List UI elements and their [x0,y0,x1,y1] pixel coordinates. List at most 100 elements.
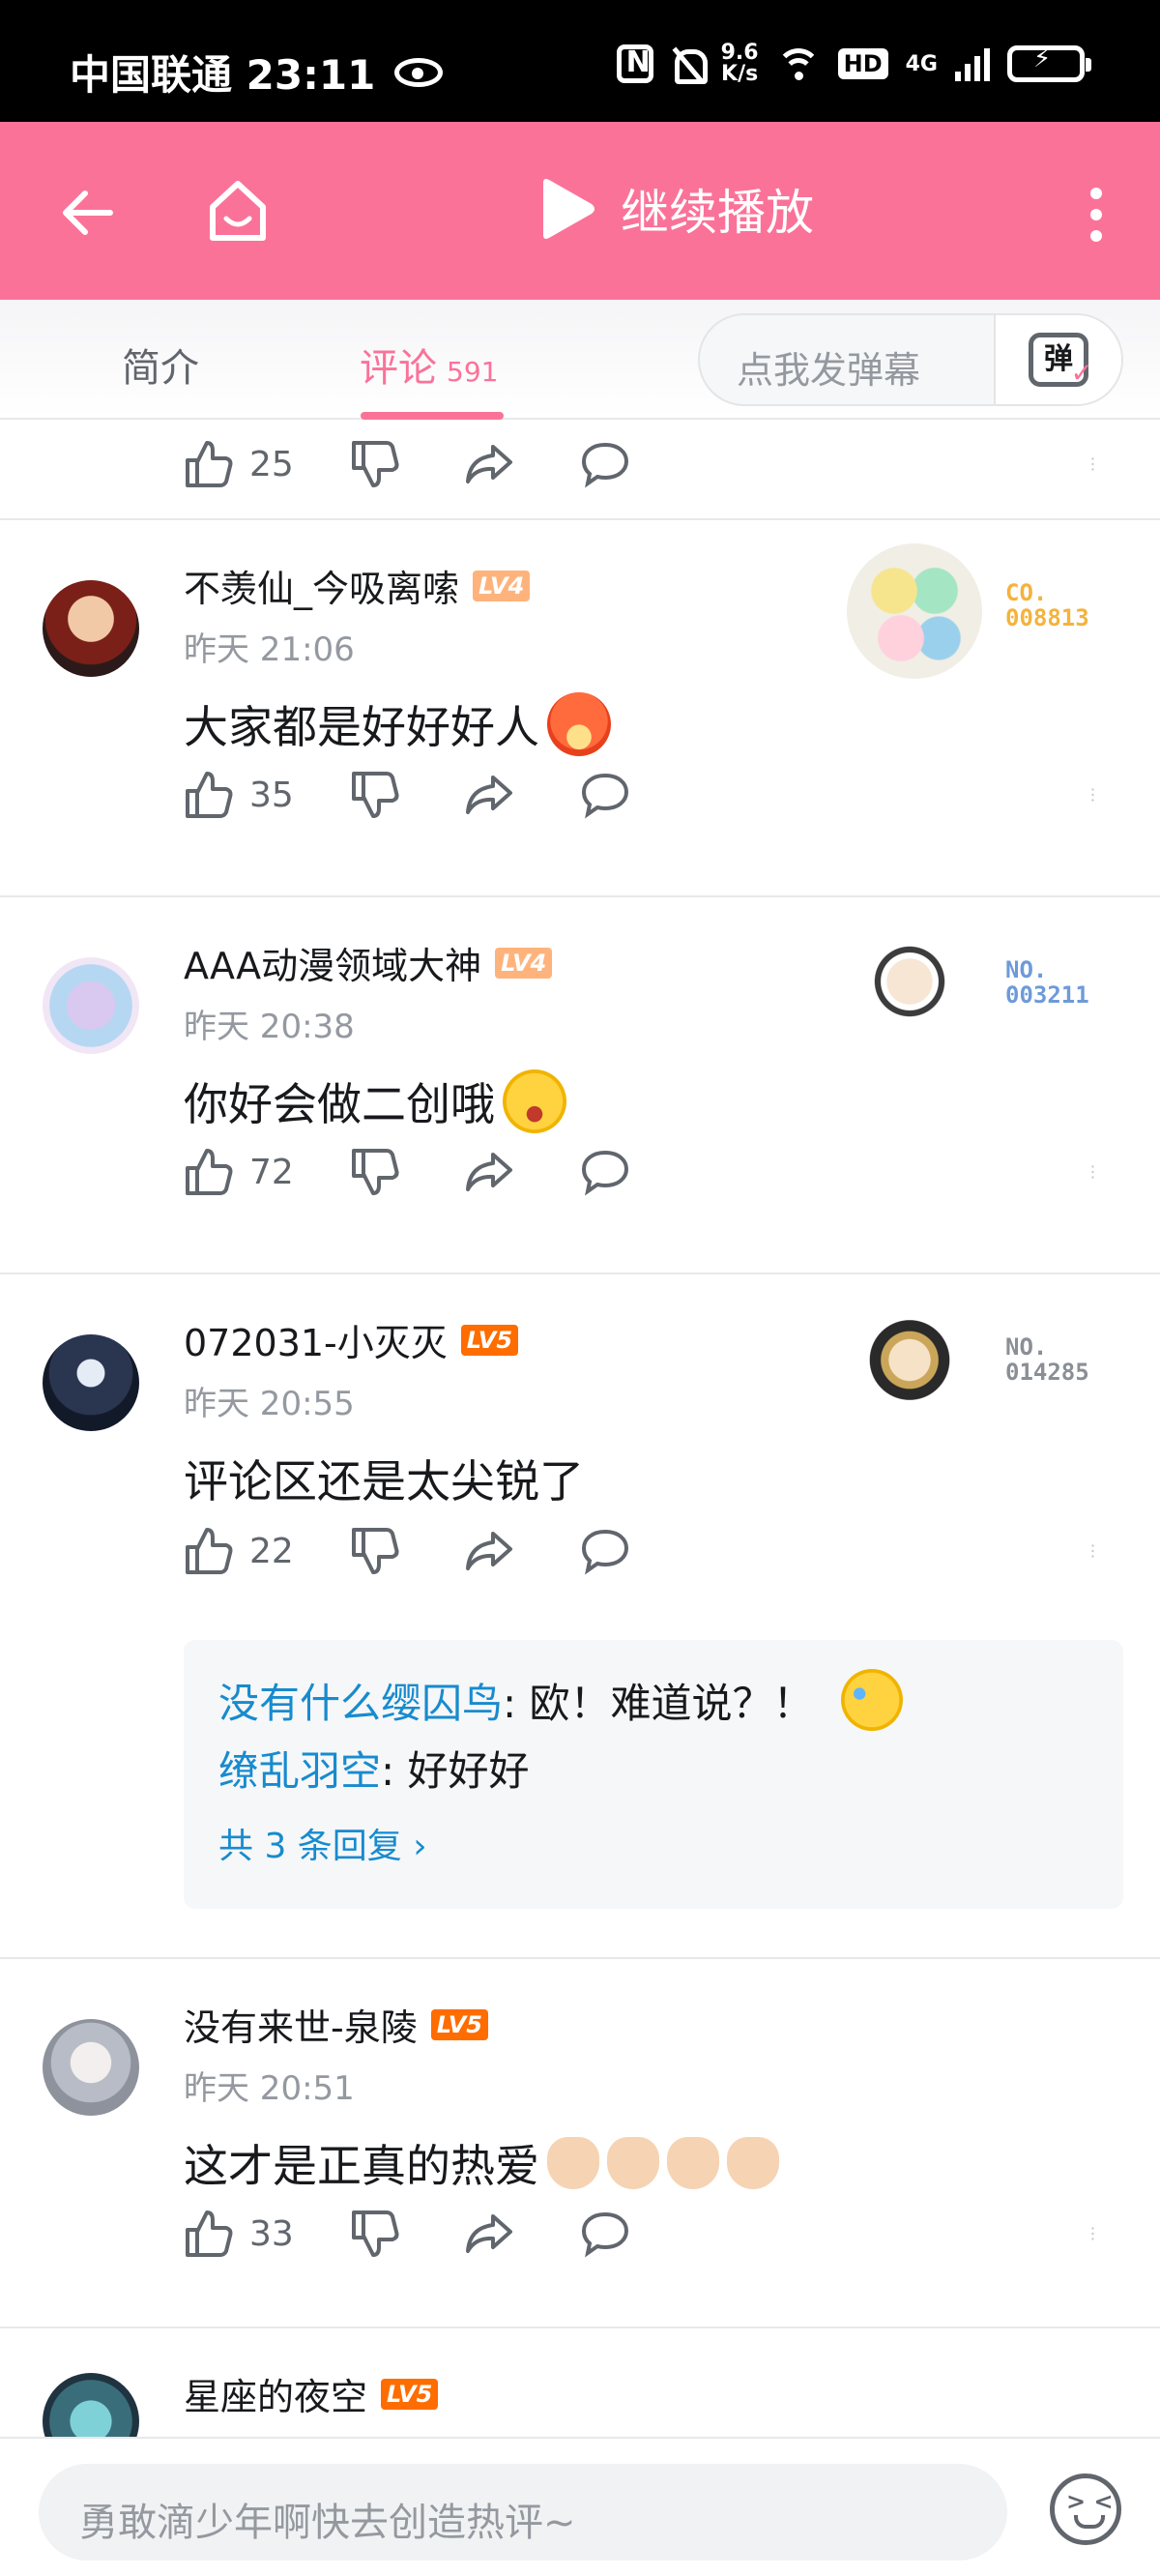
like-button[interactable]: 33 [184,2205,294,2263]
comment-menu-button[interactable] [1090,2205,1106,2263]
avatar[interactable] [43,2373,139,2437]
wifi-icon [775,46,821,81]
reply-text: : 好好好 [381,1747,530,1795]
status-left: 中国联通 23:11 [70,43,444,102]
decoration-pendant[interactable] [856,1302,963,1408]
comment-menu-button[interactable] [1090,1143,1106,1201]
share-button[interactable] [464,435,514,493]
comment-item: 星座的夜空 LV5 [0,2328,1160,2437]
comment-actions: 35 [184,766,1131,824]
danmaku-input[interactable]: 点我发弹幕 弹 [698,313,1123,406]
danmaku-toggle-button[interactable]: 弹 [994,315,1121,404]
comment-actions: 25 [184,435,1131,493]
like-count: 22 [249,1531,294,1571]
rock-hand-emoji-icon [727,2137,779,2189]
decoration-pendant[interactable] [847,543,982,679]
share-icon [466,776,512,814]
reply-item[interactable]: 缭乱羽空 : 好好好 [218,1739,530,1798]
fan-prefix: NO. [1005,1333,1048,1361]
dislike-button[interactable] [350,435,400,493]
thumbs-down-icon [352,1528,399,1574]
dislike-button[interactable] [350,766,400,824]
reply-item[interactable]: 没有什么缨囚鸟 : 欧！难道说？！ [218,1669,903,1731]
like-button[interactable]: 22 [184,1522,294,1580]
back-arrow-icon[interactable] [58,184,116,242]
avatar[interactable] [43,580,139,677]
reply-button[interactable] [580,1522,630,1580]
reply-username[interactable]: 没有什么缨囚鸟 [218,1671,503,1730]
share-button[interactable] [464,1143,514,1201]
reply-button[interactable] [580,1143,630,1201]
share-button[interactable] [464,766,514,824]
danmaku-placeholder: 点我发弹幕 [737,349,921,392]
emoji-picker-icon[interactable] [1050,2474,1121,2545]
comment-menu-button[interactable] [1090,766,1106,824]
more-vertical-icon [1091,2227,1094,2240]
reply-button[interactable] [580,766,630,824]
comment-time: 昨天 21:06 [184,630,355,669]
battery-charging-icon [1007,44,1091,82]
like-button[interactable]: 25 [184,435,294,493]
net-speed-unit: K/s [721,62,759,86]
comment-menu-button[interactable] [1090,1522,1106,1580]
hd-badge: HD [837,48,888,79]
nfc-icon [616,44,653,83]
fan-number-badge: NO. 003211 [1005,957,1089,1008]
comment-bubble-icon [581,773,629,819]
reply-text: : 欧！难道说？！ [503,1679,814,1727]
view-all-replies-link[interactable]: 共 3 条回复 › [218,1818,427,1868]
comment-list[interactable]: 25 不羡仙_今吸离嗦 LV4 昨天 21:06 CO. 008813 大家都是… [0,422,1160,2437]
thumbs-up-icon [186,1149,233,1195]
comment-menu-button[interactable] [1090,435,1106,493]
avatar[interactable] [43,2019,139,2116]
dislike-button[interactable] [350,1522,400,1580]
avatar[interactable] [43,957,139,1054]
danmaku-icon: 弹 [1029,333,1093,395]
tab-comments[interactable]: 评论 591 [360,337,498,393]
tab-intro[interactable]: 简介 [122,337,199,393]
dislike-button[interactable] [350,2205,400,2263]
decoration-pendant[interactable] [856,928,963,1035]
like-button[interactable]: 72 [184,1143,294,1201]
signal-icon [955,46,990,81]
share-icon [466,1153,512,1191]
shocked-face-emoji-icon [503,1069,566,1133]
username-text: 不羡仙_今吸离嗦 [184,568,460,610]
username[interactable]: 没有来世-泉陵 LV5 [184,1998,488,2051]
username[interactable]: AAA动漫领域大神 LV4 [184,936,553,989]
thumbs-down-icon [352,772,399,818]
rock-hand-emoji-icon [547,2137,599,2189]
more-vertical-icon[interactable] [1087,186,1106,244]
continue-play-button[interactable]: 继续播放 [537,174,814,244]
thumbs-up-icon [186,772,233,818]
carrier-time: 中国联通 23:11 [70,51,376,99]
reply-username[interactable]: 缭乱羽空 [218,1739,381,1798]
reply-preview[interactable]: 没有什么缨囚鸟 : 欧！难道说？！ 缭乱羽空 : 好好好 共 3 条回复 › [184,1640,1123,1909]
avatar[interactable] [43,1334,139,1431]
username[interactable]: 072031-小灭灭 LV5 [184,1313,519,1366]
like-count: 72 [249,1152,294,1192]
continue-play-label: 继续播放 [621,185,814,241]
username-text: AAA动漫领域大神 [184,945,482,987]
dislike-button[interactable] [350,1143,400,1201]
username-text: 072031-小灭灭 [184,1322,448,1364]
active-tab-indicator [361,412,504,420]
comment-bubble-icon [581,442,629,488]
comment-text-body: 你好会做二创哦 [184,1078,495,1130]
like-button[interactable]: 35 [184,766,294,824]
home-icon[interactable] [207,178,269,246]
level-badge: LV5 [381,2378,439,2410]
like-count: 25 [249,444,294,484]
share-button[interactable] [464,2205,514,2263]
username[interactable]: 不羡仙_今吸离嗦 LV4 [184,559,531,612]
username[interactable]: 星座的夜空 LV5 [184,2367,439,2420]
comment-time: 昨天 20:55 [184,1385,355,1423]
fan-number-badge: CO. 008813 [1005,580,1089,630]
comments-count: 591 [447,356,499,388]
fan-number: 008813 [1005,604,1089,631]
reply-button[interactable] [580,2205,630,2263]
comment-bubble-icon [581,1529,629,1575]
reply-button[interactable] [580,435,630,493]
comment-input[interactable]: 勇敢滴少年啊快去创造热评~ [39,2464,1007,2561]
share-button[interactable] [464,1522,514,1580]
